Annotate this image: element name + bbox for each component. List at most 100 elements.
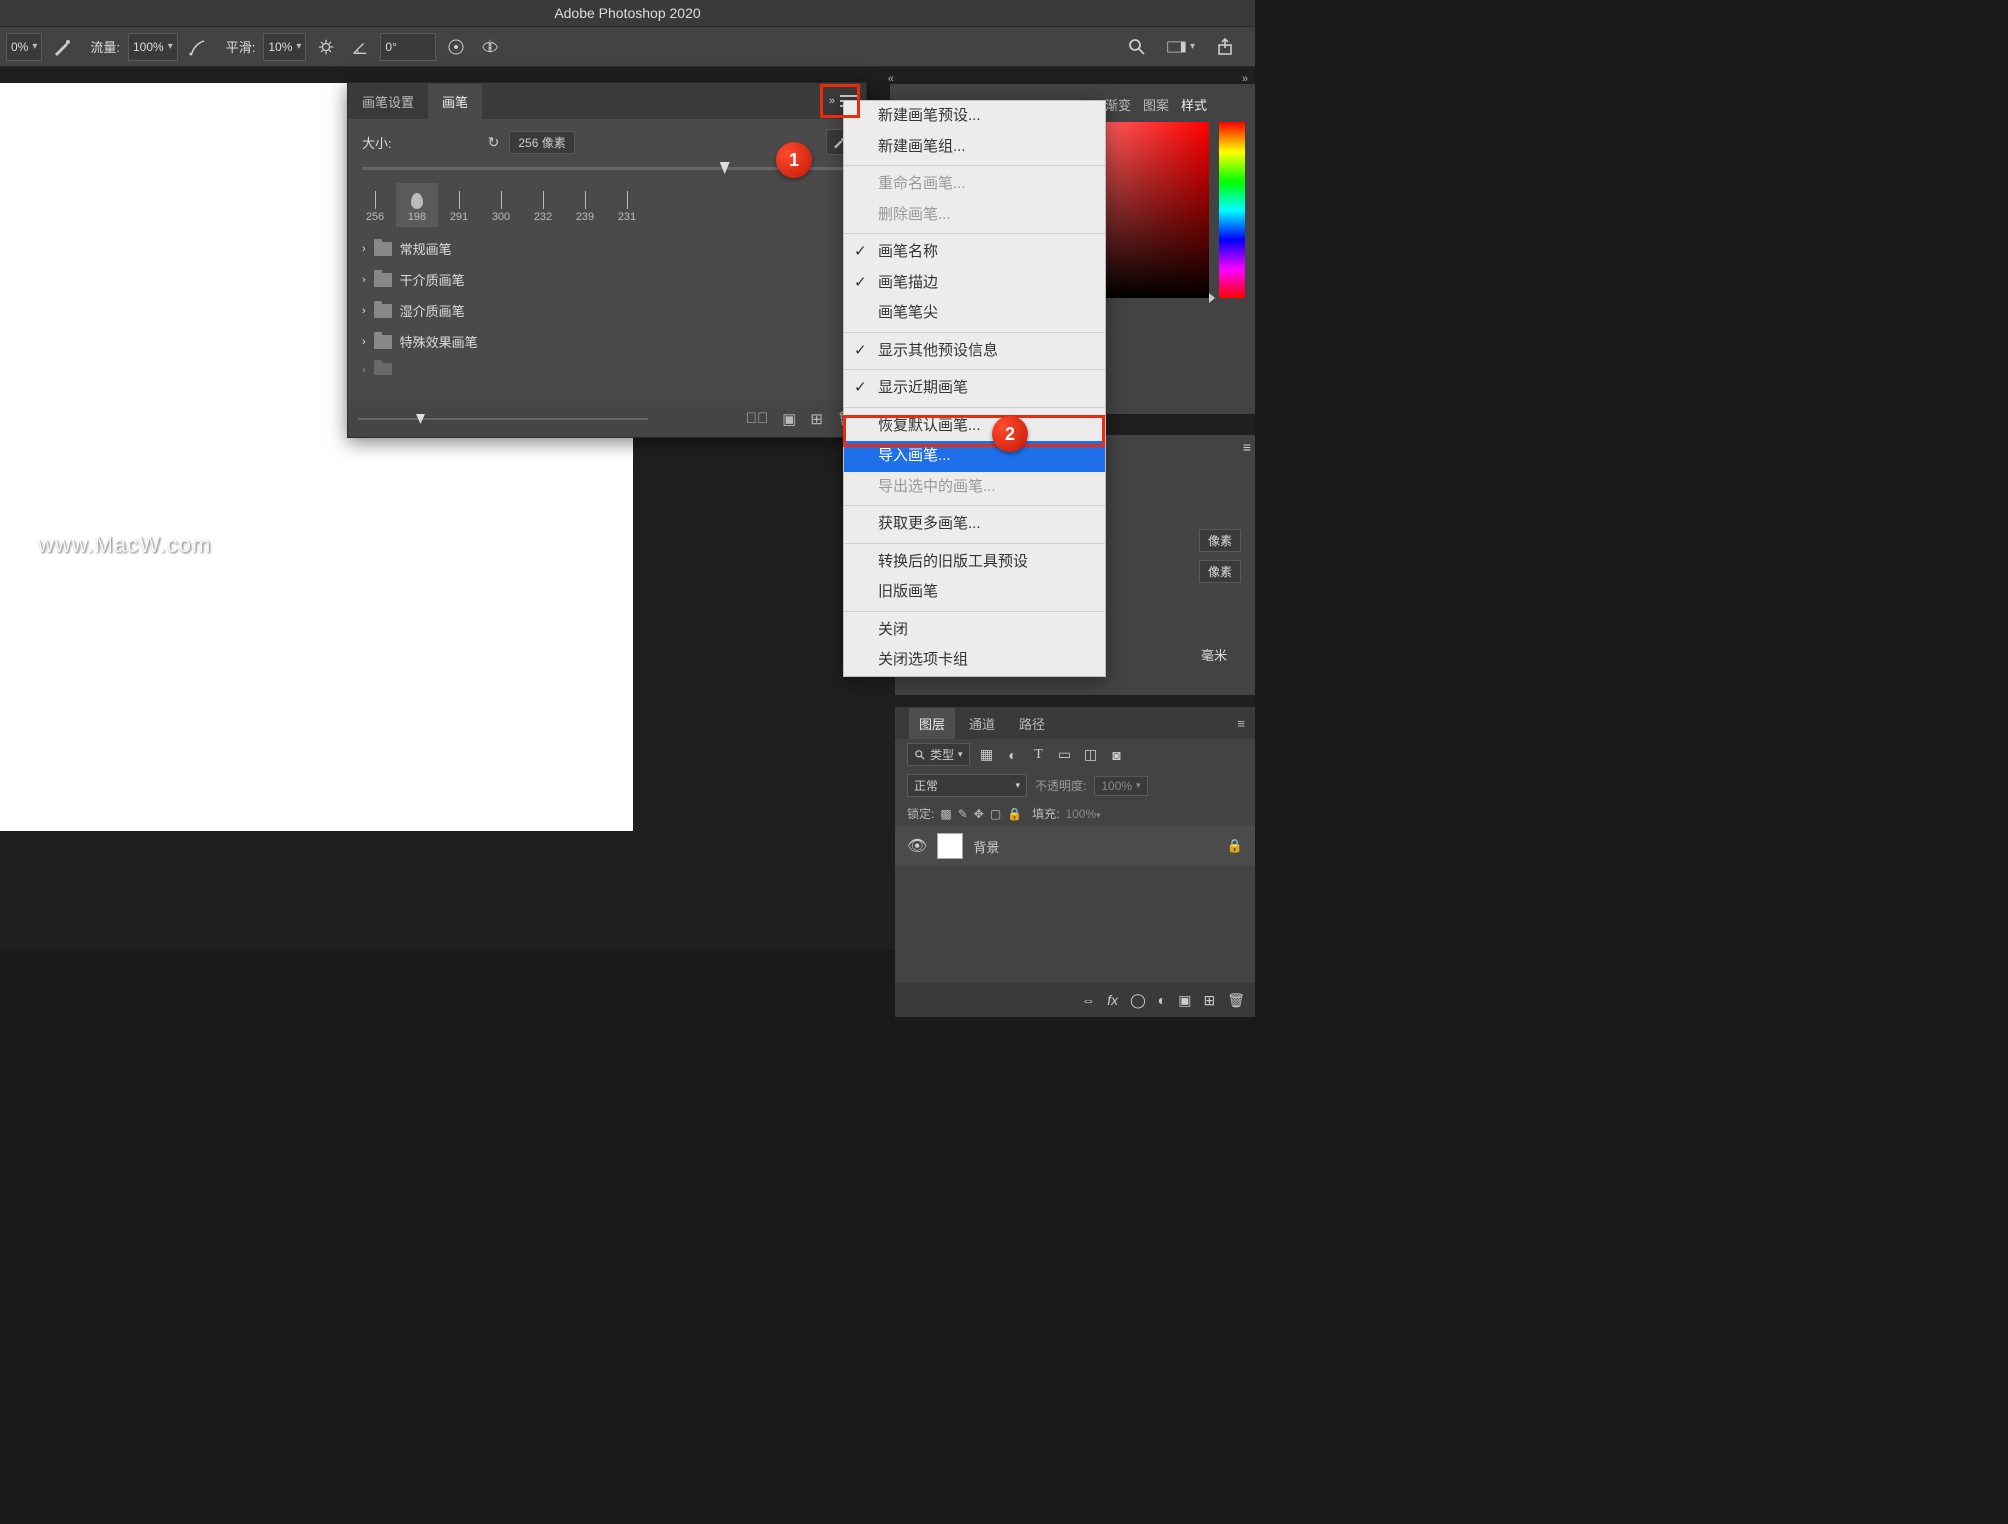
filter-image-icon[interactable]: ▦	[978, 746, 996, 763]
blend-mode-select[interactable]: 正常▾	[907, 774, 1027, 797]
panels-collapse-icon[interactable]: »	[1238, 69, 1253, 89]
menu-brush-tip[interactable]: 画笔笔尖	[844, 298, 1105, 329]
flow-label: 流量:	[90, 37, 120, 56]
preview-toggle-icon[interactable]: 👁⃠	[746, 410, 769, 428]
pressure-size-icon[interactable]	[442, 33, 470, 61]
mask-icon[interactable]: ◯	[1130, 992, 1146, 1009]
hue-slider[interactable]	[1219, 122, 1245, 298]
link-layers-icon[interactable]: ⇔	[1081, 992, 1095, 1008]
tab-channels[interactable]: 通道	[959, 708, 1005, 739]
group-icon[interactable]: ▣	[1178, 992, 1191, 1009]
brush-preset[interactable]: 239	[564, 183, 606, 227]
panel-menu-icon[interactable]: ≡	[1227, 710, 1255, 737]
brush-preset[interactable]: 291	[438, 183, 480, 227]
delete-icon[interactable]: 🗑	[1227, 992, 1245, 1009]
filter-adjust-icon[interactable]: ◐	[1004, 747, 1022, 763]
new-layer-icon[interactable]: ⊞	[1203, 992, 1215, 1009]
panel-menu-icon[interactable]: ≡	[1243, 439, 1251, 455]
menu-new-brush-preset[interactable]: 新建画笔预设...	[844, 101, 1105, 132]
fx-icon[interactable]: fx	[1107, 992, 1118, 1008]
menu-get-more-brushes[interactable]: 获取更多画笔...	[844, 509, 1105, 540]
menu-import-brushes[interactable]: 导入画笔...	[844, 441, 1105, 472]
lock-all-icon[interactable]: 🔒	[1007, 807, 1022, 821]
brush-preset[interactable]: 231	[606, 183, 648, 227]
adjustment-icon[interactable]: ◐	[1158, 992, 1166, 1008]
thumbnail-size-slider[interactable]	[358, 409, 648, 429]
menu-new-brush-group[interactable]: 新建画笔组...	[844, 132, 1105, 163]
filter-type-icon[interactable]: T	[1030, 747, 1048, 763]
tab-pattern[interactable]: 图案	[1143, 95, 1169, 114]
chevron-down-icon: ▾	[296, 41, 301, 52]
chevron-down-icon: ▾	[32, 41, 37, 52]
reset-size-icon[interactable]: ↻	[488, 134, 500, 151]
new-group-icon[interactable]: ▣	[782, 410, 796, 428]
filter-shape-icon[interactable]: ▭	[1056, 746, 1074, 763]
share-icon[interactable]	[1211, 33, 1239, 61]
airbrush-icon[interactable]	[184, 33, 212, 61]
menu-show-other-presets[interactable]: 显示其他预设信息	[844, 336, 1105, 367]
lock-paint-icon[interactable]: ✎	[958, 807, 968, 821]
menu-show-recent[interactable]: 显示近期画笔	[844, 373, 1105, 404]
search-icon[interactable]	[1123, 33, 1151, 61]
workspace-icon[interactable]: ▾	[1167, 33, 1195, 61]
fill-field[interactable]: 100%▾	[1065, 807, 1100, 821]
menu-brush-stroke[interactable]: 画笔描边	[844, 268, 1105, 299]
panels-collapse-icon[interactable]: «	[884, 69, 899, 89]
layer-row-background[interactable]: 👁 背景 🔒	[895, 826, 1255, 866]
tab-brush-settings[interactable]: 画笔设置	[348, 84, 428, 119]
new-brush-icon[interactable]: ⊞	[810, 410, 823, 428]
brush-folder[interactable]: ›干介质画笔	[356, 264, 858, 295]
menu-brush-name[interactable]: 画笔名称	[844, 237, 1105, 268]
brush-folder[interactable]: ›常规画笔	[356, 233, 858, 264]
chevron-down-icon: ▾	[168, 41, 173, 52]
lock-pixels-icon[interactable]: ▩	[940, 807, 951, 821]
watermark: www.MacW.com	[14, 532, 211, 558]
layer-name: 背景	[973, 837, 999, 856]
visibility-icon[interactable]: 👁	[907, 836, 927, 856]
brush-preset[interactable]: 232	[522, 183, 564, 227]
brushes-panel: 画笔设置 画笔 » 大小: ↻ 256 像素 256 198 291 300 2…	[347, 82, 867, 438]
brushes-panel-flyout-menu: 新建画笔预设... 新建画笔组... 重命名画笔... 删除画笔... 画笔名称…	[843, 100, 1106, 677]
lock-position-icon[interactable]: ✥	[974, 807, 984, 821]
menu-close[interactable]: 关闭	[844, 615, 1105, 646]
layer-filter-type[interactable]: 类型 ▾	[907, 743, 970, 766]
filter-smart-icon[interactable]: ◫	[1082, 746, 1100, 763]
tab-paths[interactable]: 路径	[1009, 708, 1055, 739]
pressure-opacity-icon[interactable]	[48, 33, 76, 61]
height-unit[interactable]: 像素	[1199, 560, 1241, 583]
brush-folder[interactable]: ›湿介质画笔	[356, 295, 858, 326]
options-bar: 0% ▾ 流量: 100% ▾ 平滑: 10% ▾ 0° ▾	[0, 27, 1255, 67]
angle-field[interactable]: 0°	[380, 33, 436, 61]
color-panel-tabs: 渐变 图案 样式	[1095, 89, 1255, 119]
tab-layers[interactable]: 图层	[909, 708, 955, 739]
size-label: 大小:	[362, 133, 392, 152]
expand-icon[interactable]: »	[829, 95, 836, 107]
menu-restore-default[interactable]: 恢复默认画笔...	[844, 411, 1105, 442]
app-titlebar: Adobe Photoshop 2020	[0, 0, 1255, 27]
folder-icon	[374, 335, 392, 349]
width-unit[interactable]: 像素	[1199, 529, 1241, 552]
smoothing-field[interactable]: 10% ▾	[263, 33, 306, 61]
opacity-field[interactable]: 0% ▾	[6, 33, 42, 61]
lock-label: 锁定:	[907, 805, 934, 822]
tab-gradient[interactable]: 渐变	[1105, 95, 1131, 114]
lock-artboard-icon[interactable]: ▢	[990, 807, 1001, 821]
brush-preset[interactable]: 300	[480, 183, 522, 227]
flow-field[interactable]: 100% ▾	[128, 33, 178, 61]
menu-convert-legacy[interactable]: 转换后的旧版工具预设	[844, 547, 1105, 578]
layer-opacity-field[interactable]: 100%▾	[1094, 776, 1147, 796]
brush-size-field[interactable]: 256 像素	[509, 131, 574, 154]
smoothing-gear-icon[interactable]	[312, 33, 340, 61]
brush-preset[interactable]: 198	[396, 183, 438, 227]
filter-toggle-icon[interactable]: ◙	[1108, 747, 1126, 763]
layer-thumbnail[interactable]	[937, 833, 963, 859]
app-title: Adobe Photoshop 2020	[554, 5, 700, 21]
symmetry-icon[interactable]	[476, 33, 504, 61]
brush-folder[interactable]: ›特殊效果画笔	[356, 326, 858, 357]
menu-legacy-brushes[interactable]: 旧版画笔	[844, 577, 1105, 608]
tab-brushes[interactable]: 画笔	[428, 84, 482, 119]
menu-close-tab-group[interactable]: 关闭选项卡组	[844, 645, 1105, 676]
brush-folder[interactable]: ›	[356, 357, 858, 375]
brush-preset[interactable]: 256	[354, 183, 396, 227]
tab-style[interactable]: 样式	[1181, 95, 1207, 114]
